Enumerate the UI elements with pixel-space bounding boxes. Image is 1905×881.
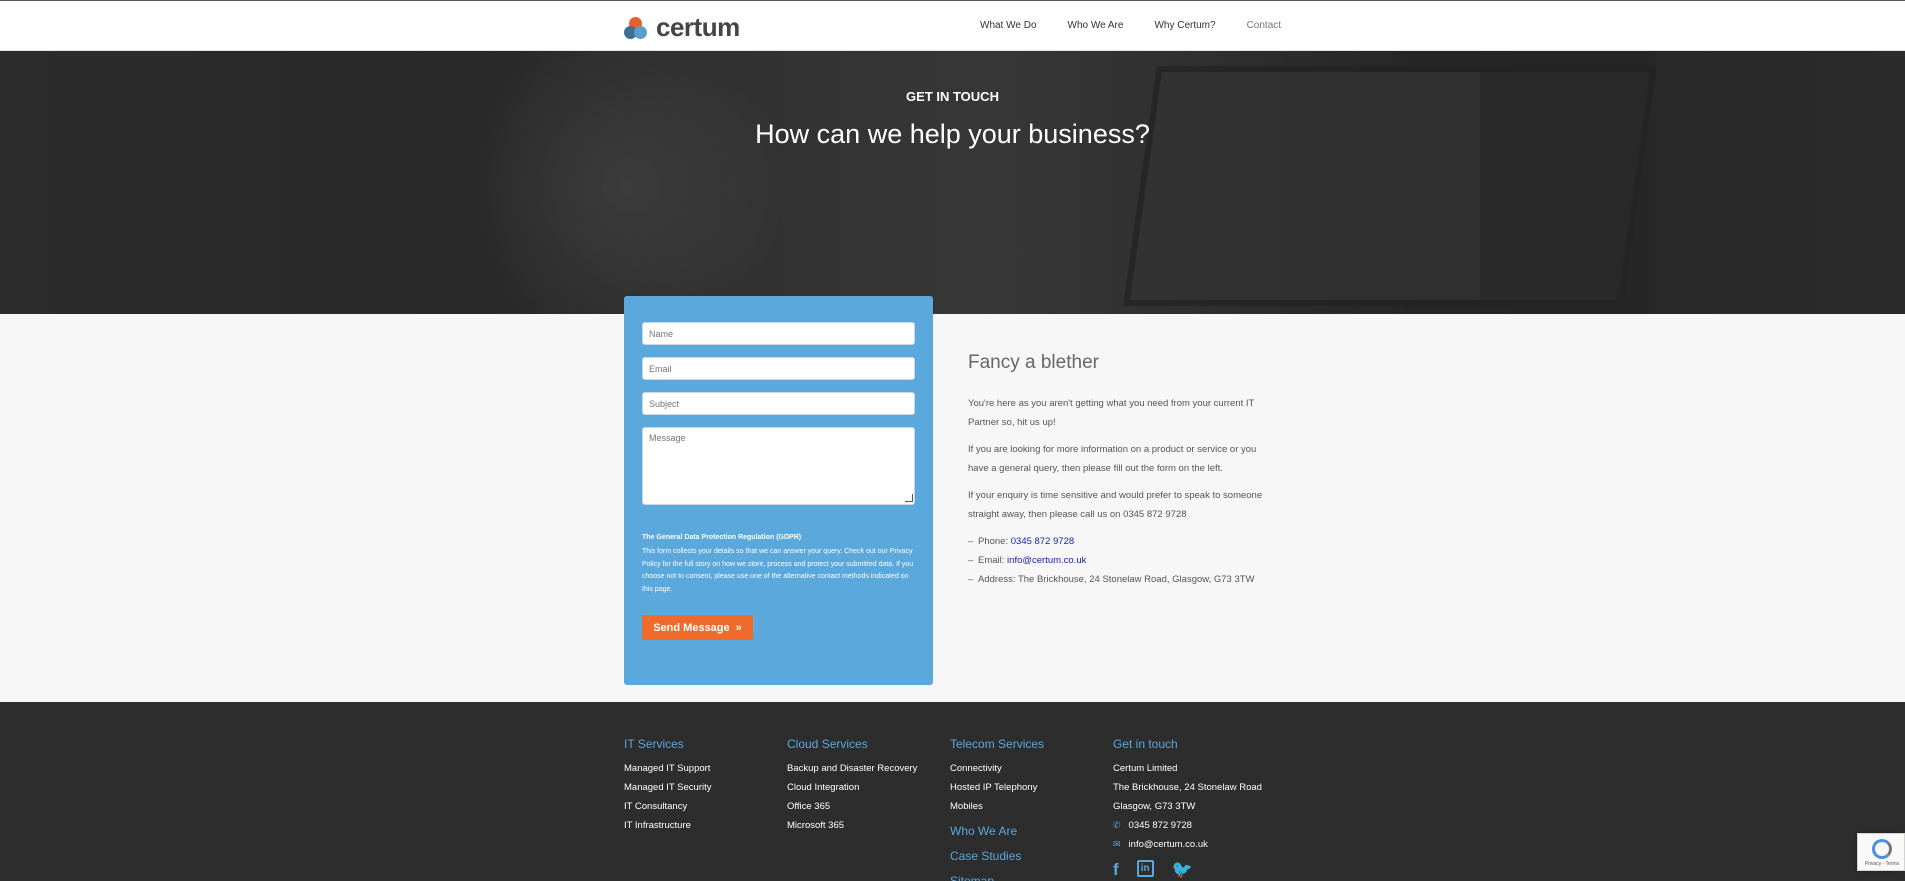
twitter-icon[interactable]: 🐦 (1172, 860, 1193, 880)
nav-what-we-do[interactable]: What We Do (980, 20, 1037, 31)
site-header: certum What We Do Who We Are Why Certum?… (0, 0, 1905, 51)
nav-why-certum[interactable]: Why Certum? (1154, 20, 1215, 31)
name-input[interactable] (642, 322, 915, 345)
footer-email[interactable]: ✉ info@certum.co.uk (1113, 835, 1262, 854)
gdpr-text: This form collects your details so that … (642, 548, 914, 593)
footer-link[interactable]: Mobiles (950, 797, 1044, 816)
info-title: Fancy a blether (968, 352, 1099, 373)
footer-link-sitemap[interactable]: Sitemap (950, 869, 1044, 881)
info-paragraph: If you are looking for more information … (968, 444, 1257, 474)
address-line: Glasgow, G73 3TW (1113, 801, 1196, 812)
footer-heading[interactable]: Cloud Services (787, 737, 917, 751)
footer-col-cloud-services: Cloud Services Backup and Disaster Recov… (787, 737, 917, 835)
subject-input[interactable] (642, 392, 915, 415)
footer-phone[interactable]: ✆ 0345 872 9728 (1113, 816, 1262, 835)
footer-link-who-we-are[interactable]: Who We Are (950, 819, 1044, 844)
recaptcha-icon (1872, 839, 1892, 859)
logo-icon (624, 15, 650, 41)
email-label: Email: (978, 555, 1008, 566)
linkedin-icon[interactable]: in (1136, 860, 1154, 877)
phone-label: Phone: (978, 536, 1011, 547)
facebook-icon[interactable]: f (1113, 860, 1119, 880)
footer-email-text: info@certum.co.uk (1128, 839, 1208, 850)
footer-col-it-services: IT Services Managed IT Support Managed I… (624, 737, 711, 835)
footer-link[interactable]: Connectivity (950, 759, 1044, 778)
email-item: Email: info@certum.co.uk (968, 551, 1255, 570)
site-footer: IT Services Managed IT Support Managed I… (0, 702, 1905, 881)
email-input[interactable] (642, 357, 915, 380)
contact-form: The General Data Protection Regulation (… (624, 296, 933, 685)
double-chevron-right-icon: » (735, 621, 742, 634)
footer-col-get-in-touch: Get in touch Certum Limited The Brickhou… (1113, 737, 1262, 880)
footer-link[interactable]: IT Infrastructure (624, 816, 711, 835)
info-paragraph: If your enquiry is time sensitive and wo… (968, 490, 1263, 520)
address-item: Address: The Brickhouse, 24 Stonelaw Roa… (968, 570, 1255, 589)
footer-col-telecom-services: Telecom Services Connectivity Hosted IP … (950, 737, 1044, 881)
footer-heading: Get in touch (1113, 737, 1178, 751)
footer-link[interactable]: Managed IT Support (624, 759, 711, 778)
footer-phone-text: 0345 872 9728 (1128, 820, 1192, 831)
footer-link-case-studies[interactable]: Case Studies (950, 844, 1044, 869)
hero-eyebrow: GET IN TOUCH (906, 89, 999, 104)
social-links: f in 🐦 (1113, 860, 1262, 880)
resize-handle-icon[interactable] (905, 494, 913, 502)
recaptcha-badge[interactable]: Privacy - Terms (1857, 833, 1905, 871)
send-message-button[interactable]: Send Message » (642, 615, 753, 640)
footer-link[interactable]: Microsoft 365 (787, 816, 917, 835)
footer-link[interactable]: Cloud Integration (787, 778, 917, 797)
recaptcha-text: Privacy - Terms (1864, 861, 1900, 867)
info-paragraph: You're here as you aren't getting what y… (968, 398, 1255, 428)
footer-link[interactable]: Office 365 (787, 797, 917, 816)
gdpr-title: The General Data Protection Regulation (… (642, 534, 802, 541)
envelope-icon: ✉ (1113, 839, 1121, 849)
address-line: The Brickhouse, 24 Stonelaw Road (1113, 782, 1262, 793)
contact-info: Fancy a blether You're here as you aren'… (968, 352, 1278, 589)
logo[interactable]: certum (624, 12, 740, 43)
phone-item: Phone: 0345 872 9728 (968, 532, 1255, 551)
contact-details-list: Phone: 0345 872 9728 Email: info@certum.… (968, 532, 1255, 589)
footer-link[interactable]: Backup and Disaster Recovery (787, 759, 917, 778)
main-nav: What We Do Who We Are Why Certum? Contac… (980, 20, 1281, 31)
phone-link[interactable]: 0345 872 9728 (1011, 536, 1074, 547)
hero-title: How can we help your business? (755, 119, 1150, 149)
logo-text: certum (656, 12, 740, 42)
message-textarea[interactable] (642, 427, 915, 505)
email-link[interactable]: info@certum.co.uk (1007, 555, 1086, 566)
footer-heading[interactable]: IT Services (624, 737, 711, 751)
send-message-label: Send Message (653, 621, 730, 634)
footer-link[interactable]: Hosted IP Telephony (950, 778, 1044, 797)
footer-link[interactable]: Managed IT Security (624, 778, 711, 797)
footer-heading[interactable]: Telecom Services (950, 737, 1044, 751)
footer-link[interactable]: IT Consultancy (624, 797, 711, 816)
company-name: Certum Limited (1113, 763, 1178, 774)
hero-banner: GET IN TOUCH How can we help your busine… (0, 51, 1905, 314)
phone-icon: ✆ (1113, 820, 1121, 830)
nav-who-we-are[interactable]: Who We Are (1068, 20, 1124, 31)
nav-contact[interactable]: Contact (1247, 20, 1281, 31)
